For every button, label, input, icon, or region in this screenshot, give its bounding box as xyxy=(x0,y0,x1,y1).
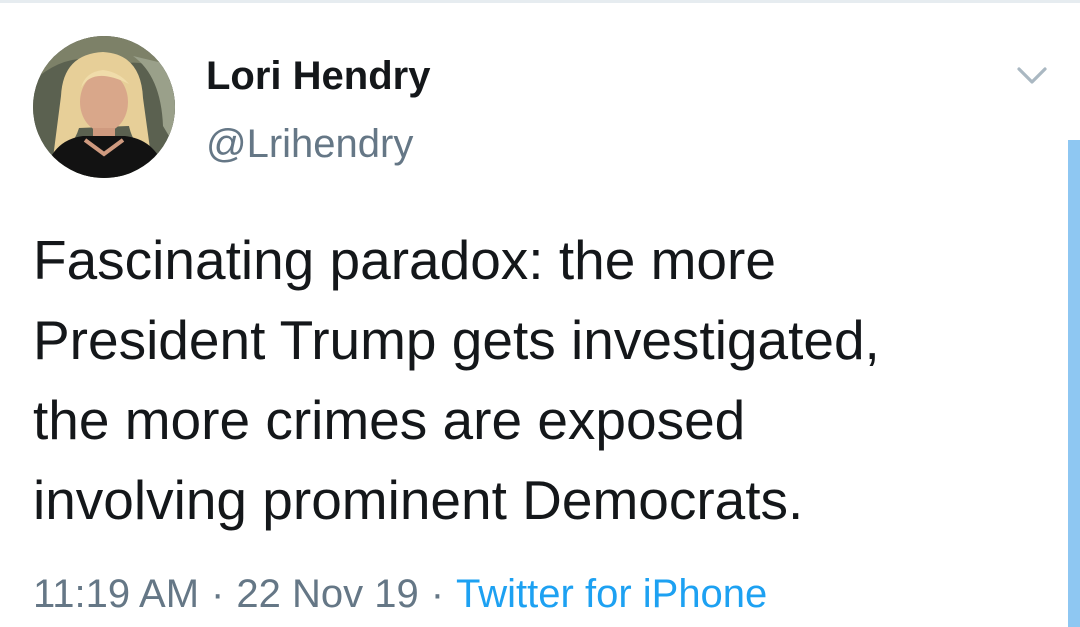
author-display-name[interactable]: Lori Hendry xyxy=(206,52,430,100)
tweet-source-link[interactable]: Twitter for iPhone xyxy=(456,572,767,616)
tweet-text-line: President Trump gets investigated, xyxy=(33,309,880,371)
tweet-text-line: involving prominent Democrats. xyxy=(33,469,804,531)
top-divider xyxy=(0,0,1080,3)
avatar[interactable] xyxy=(33,36,175,178)
tweet-time[interactable]: 11:19 AM xyxy=(33,572,199,616)
chevron-down-icon[interactable] xyxy=(1014,60,1050,90)
avatar-image xyxy=(33,36,175,178)
tweet-meta: 11:19 AM · 22 Nov 19 · Twitter for iPhone xyxy=(33,568,767,620)
tweet-text: Fascinating paradox: the more President … xyxy=(33,220,1063,540)
meta-separator: · xyxy=(430,572,445,616)
tweet-text-line: the more crimes are exposed xyxy=(33,389,746,451)
tweet-text-line: Fascinating paradox: the more xyxy=(33,229,776,291)
author-handle[interactable]: @Lrihendry xyxy=(206,120,413,168)
tweet-date[interactable]: 22 Nov 19 xyxy=(236,572,418,616)
meta-separator: · xyxy=(211,572,225,616)
scroll-indicator xyxy=(1068,140,1080,627)
